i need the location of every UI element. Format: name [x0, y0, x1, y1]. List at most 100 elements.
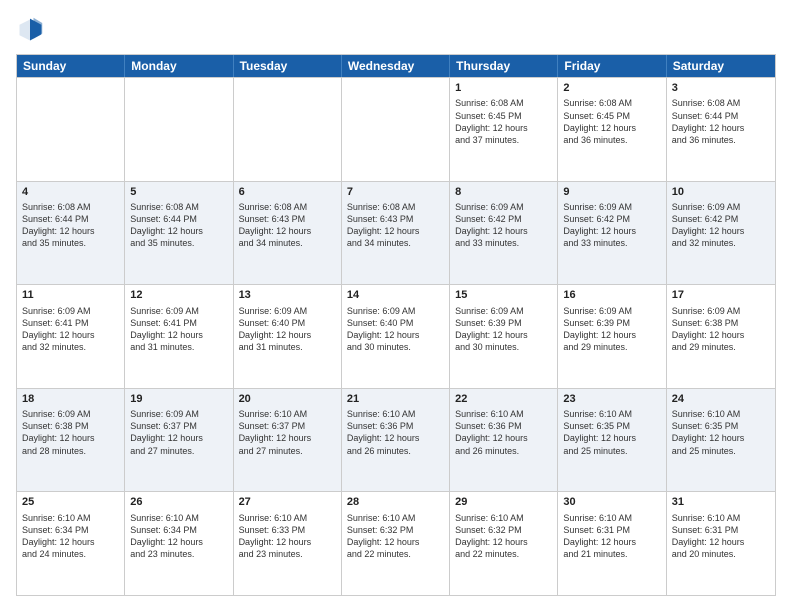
day-info: Sunrise: 6:09 AM Sunset: 6:38 PM Dayligh… [672, 305, 770, 354]
day-number: 12 [130, 288, 227, 303]
header [16, 16, 776, 44]
day-cell-26: 26 Sunrise: 6:10 AM Sunset: 6:34 PM Dayli… [125, 492, 233, 595]
day-cell-5: 5Sunrise: 6:08 AM Sunset: 6:44 PM Daylig… [125, 182, 233, 285]
cal-row-4: 25 Sunrise: 6:10 AM Sunset: 6:34 PM Dayli… [17, 491, 775, 595]
calendar-header: SundayMondayTuesdayWednesdayThursdayFrid… [17, 55, 775, 77]
day-info: Sunrise: 6:09 AM Sunset: 6:40 PM Dayligh… [239, 305, 336, 354]
day-info: Sunrise: 6:10 AM Sunset: 6:34 PM Dayligh… [22, 512, 119, 561]
day-info: Sunrise: 6:10 AM Sunset: 6:34 PM Dayligh… [130, 512, 227, 561]
calendar-body: 1Sunrise: 6:08 AM Sunset: 6:45 PM Daylig… [17, 77, 775, 595]
day-cell-16: 16 Sunrise: 6:09 AM Sunset: 6:39 PM Dayli… [558, 285, 666, 388]
day-number: 30 [563, 495, 660, 510]
day-cell-17: 17 Sunrise: 6:09 AM Sunset: 6:38 PM Dayli… [667, 285, 775, 388]
day-cell-28: 28 Sunrise: 6:10 AM Sunset: 6:32 PM Dayli… [342, 492, 450, 595]
day-cell-15: 15 Sunrise: 6:09 AM Sunset: 6:39 PM Dayli… [450, 285, 558, 388]
empty-cell [17, 78, 125, 181]
day-number: 29 [455, 495, 552, 510]
day-number: 7 [347, 185, 444, 200]
day-cell-4: 4Sunrise: 6:08 AM Sunset: 6:44 PM Daylig… [17, 182, 125, 285]
day-info: Sunrise: 6:08 AM Sunset: 6:44 PM Dayligh… [130, 201, 227, 250]
day-number: 20 [239, 392, 336, 407]
day-cell-21: 21Sunrise: 6:10 AM Sunset: 6:36 PM Dayli… [342, 389, 450, 492]
day-number: 9 [563, 185, 660, 200]
day-cell-2: 2Sunrise: 6:08 AM Sunset: 6:45 PM Daylig… [558, 78, 666, 181]
day-number: 5 [130, 185, 227, 200]
day-info: Sunrise: 6:09 AM Sunset: 6:37 PM Dayligh… [130, 408, 227, 457]
day-number: 14 [347, 288, 444, 303]
header-day-thursday: Thursday [450, 55, 558, 77]
day-number: 13 [239, 288, 336, 303]
day-cell-19: 19Sunrise: 6:09 AM Sunset: 6:37 PM Dayli… [125, 389, 233, 492]
day-number: 4 [22, 185, 119, 200]
day-number: 25 [22, 495, 119, 510]
day-number: 24 [672, 392, 770, 407]
day-info: Sunrise: 6:08 AM Sunset: 6:45 PM Dayligh… [455, 97, 552, 146]
day-info: Sunrise: 6:08 AM Sunset: 6:45 PM Dayligh… [563, 97, 660, 146]
day-cell-3: 3Sunrise: 6:08 AM Sunset: 6:44 PM Daylig… [667, 78, 775, 181]
day-info: Sunrise: 6:10 AM Sunset: 6:32 PM Dayligh… [455, 512, 552, 561]
day-cell-13: 13 Sunrise: 6:09 AM Sunset: 6:40 PM Dayli… [234, 285, 342, 388]
day-number: 26 [130, 495, 227, 510]
day-cell-1: 1Sunrise: 6:08 AM Sunset: 6:45 PM Daylig… [450, 78, 558, 181]
day-number: 17 [672, 288, 770, 303]
day-cell-10: 10Sunrise: 6:09 AM Sunset: 6:42 PM Dayli… [667, 182, 775, 285]
day-cell-30: 30 Sunrise: 6:10 AM Sunset: 6:31 PM Dayli… [558, 492, 666, 595]
cal-row-3: 18Sunrise: 6:09 AM Sunset: 6:38 PM Dayli… [17, 388, 775, 492]
day-cell-25: 25 Sunrise: 6:10 AM Sunset: 6:34 PM Dayli… [17, 492, 125, 595]
day-cell-29: 29 Sunrise: 6:10 AM Sunset: 6:32 PM Dayli… [450, 492, 558, 595]
day-info: Sunrise: 6:08 AM Sunset: 6:44 PM Dayligh… [22, 201, 119, 250]
day-number: 15 [455, 288, 552, 303]
day-number: 19 [130, 392, 227, 407]
day-info: Sunrise: 6:09 AM Sunset: 6:40 PM Dayligh… [347, 305, 444, 354]
day-number: 10 [672, 185, 770, 200]
empty-cell [342, 78, 450, 181]
day-number: 31 [672, 495, 770, 510]
day-info: Sunrise: 6:09 AM Sunset: 6:41 PM Dayligh… [22, 305, 119, 354]
day-info: Sunrise: 6:09 AM Sunset: 6:41 PM Dayligh… [130, 305, 227, 354]
day-info: Sunrise: 6:10 AM Sunset: 6:31 PM Dayligh… [563, 512, 660, 561]
day-info: Sunrise: 6:09 AM Sunset: 6:42 PM Dayligh… [563, 201, 660, 250]
day-cell-12: 12 Sunrise: 6:09 AM Sunset: 6:41 PM Dayli… [125, 285, 233, 388]
day-cell-14: 14 Sunrise: 6:09 AM Sunset: 6:40 PM Dayli… [342, 285, 450, 388]
day-info: Sunrise: 6:10 AM Sunset: 6:32 PM Dayligh… [347, 512, 444, 561]
day-number: 2 [563, 81, 660, 96]
day-number: 6 [239, 185, 336, 200]
day-info: Sunrise: 6:08 AM Sunset: 6:43 PM Dayligh… [347, 201, 444, 250]
day-cell-23: 23Sunrise: 6:10 AM Sunset: 6:35 PM Dayli… [558, 389, 666, 492]
day-info: Sunrise: 6:10 AM Sunset: 6:33 PM Dayligh… [239, 512, 336, 561]
day-number: 21 [347, 392, 444, 407]
day-info: Sunrise: 6:08 AM Sunset: 6:44 PM Dayligh… [672, 97, 770, 146]
day-info: Sunrise: 6:10 AM Sunset: 6:37 PM Dayligh… [239, 408, 336, 457]
header-day-sunday: Sunday [17, 55, 125, 77]
header-day-tuesday: Tuesday [234, 55, 342, 77]
day-info: Sunrise: 6:09 AM Sunset: 6:39 PM Dayligh… [455, 305, 552, 354]
day-number: 16 [563, 288, 660, 303]
empty-cell [125, 78, 233, 181]
day-number: 28 [347, 495, 444, 510]
calendar: SundayMondayTuesdayWednesdayThursdayFrid… [16, 54, 776, 596]
day-info: Sunrise: 6:10 AM Sunset: 6:35 PM Dayligh… [672, 408, 770, 457]
day-info: Sunrise: 6:09 AM Sunset: 6:42 PM Dayligh… [455, 201, 552, 250]
day-cell-22: 22Sunrise: 6:10 AM Sunset: 6:36 PM Dayli… [450, 389, 558, 492]
day-info: Sunrise: 6:09 AM Sunset: 6:42 PM Dayligh… [672, 201, 770, 250]
day-cell-9: 9Sunrise: 6:09 AM Sunset: 6:42 PM Daylig… [558, 182, 666, 285]
day-cell-11: 11Sunrise: 6:09 AM Sunset: 6:41 PM Dayli… [17, 285, 125, 388]
day-info: Sunrise: 6:09 AM Sunset: 6:39 PM Dayligh… [563, 305, 660, 354]
day-info: Sunrise: 6:10 AM Sunset: 6:36 PM Dayligh… [455, 408, 552, 457]
cal-row-1: 4Sunrise: 6:08 AM Sunset: 6:44 PM Daylig… [17, 181, 775, 285]
day-number: 23 [563, 392, 660, 407]
day-number: 27 [239, 495, 336, 510]
day-cell-20: 20Sunrise: 6:10 AM Sunset: 6:37 PM Dayli… [234, 389, 342, 492]
day-number: 3 [672, 81, 770, 96]
day-cell-27: 27 Sunrise: 6:10 AM Sunset: 6:33 PM Dayli… [234, 492, 342, 595]
day-number: 1 [455, 81, 552, 96]
day-info: Sunrise: 6:10 AM Sunset: 6:35 PM Dayligh… [563, 408, 660, 457]
empty-cell [234, 78, 342, 181]
header-day-friday: Friday [558, 55, 666, 77]
header-day-saturday: Saturday [667, 55, 775, 77]
day-info: Sunrise: 6:10 AM Sunset: 6:31 PM Dayligh… [672, 512, 770, 561]
header-day-wednesday: Wednesday [342, 55, 450, 77]
day-info: Sunrise: 6:08 AM Sunset: 6:43 PM Dayligh… [239, 201, 336, 250]
header-day-monday: Monday [125, 55, 233, 77]
day-number: 22 [455, 392, 552, 407]
